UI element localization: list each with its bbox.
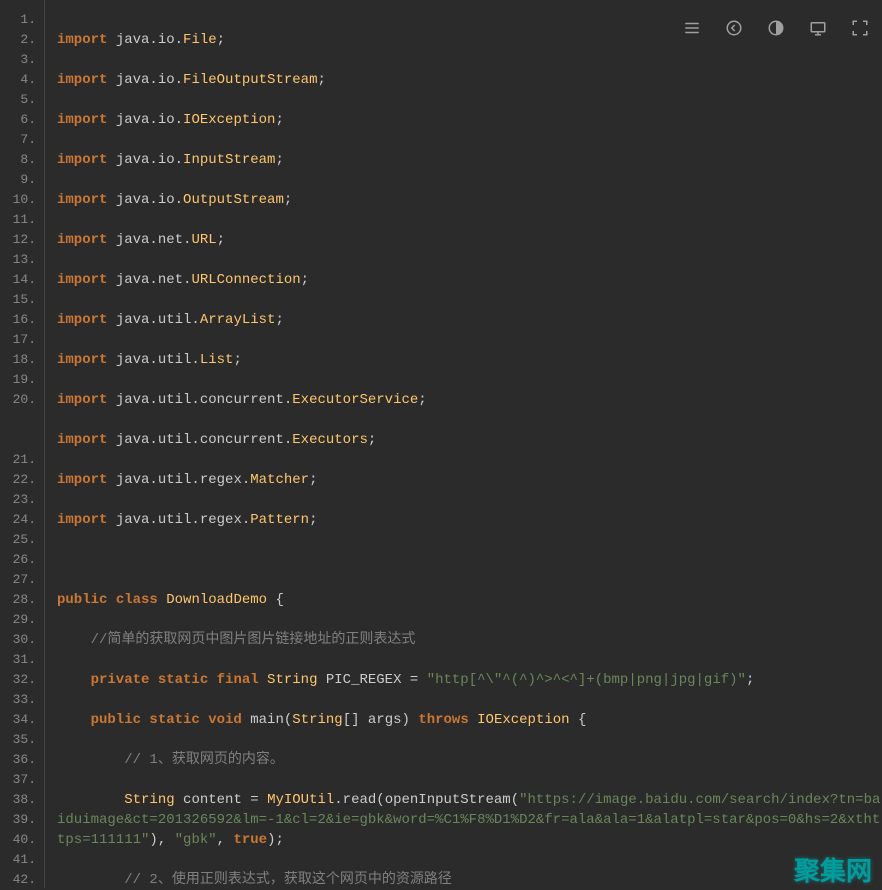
contrast-icon[interactable] [762,14,790,42]
code-line: // 1、获取网页的内容。 [57,750,882,770]
line-number: 16. [0,310,44,330]
line-number: 7. [0,130,44,150]
line-number: 39. [0,810,44,830]
line-number: 30. [0,630,44,650]
line-number: 37. [0,770,44,790]
line-number: 31. [0,650,44,670]
line-number: 13. [0,250,44,270]
line-number: 8. [0,150,44,170]
code-line: import java.net.URL; [57,230,882,250]
watermark: 聚集网 [794,851,872,888]
line-number: 22. [0,470,44,490]
line-number: 1. [0,10,44,30]
code-line: public class DownloadDemo { [57,590,882,610]
code-line: import java.util.ArrayList; [57,310,882,330]
line-number: 35. [0,730,44,750]
line-number: 32. [0,670,44,690]
line-number: 24. [0,510,44,530]
code-line: import java.util.concurrent.ExecutorServ… [57,390,882,410]
line-number: 23. [0,490,44,510]
line-number: 27. [0,570,44,590]
code-line: import java.io.OutputStream; [57,190,882,210]
code-line: private static final String PIC_REGEX = … [57,670,882,690]
code-line: import java.util.regex.Pattern; [57,510,882,530]
code-line: import java.io.IOException; [57,110,882,130]
line-number: 10. [0,190,44,210]
line-number: 36. [0,750,44,770]
line-number: 34. [0,710,44,730]
code-line: import java.io.FileOutputStream; [57,70,882,90]
screen-icon[interactable] [804,14,832,42]
code-line: import java.io.InputStream; [57,150,882,170]
line-number: 40. [0,830,44,850]
line-number: 11. [0,210,44,230]
line-number: 19. [0,370,44,390]
toolbar [678,14,874,42]
back-icon[interactable] [720,14,748,42]
code-line: public static void main(String[] args) t… [57,710,882,730]
code-area[interactable]: import java.io.File; import java.io.File… [45,0,882,888]
line-number: 3. [0,50,44,70]
line-number: 33. [0,690,44,710]
code-line [57,550,882,570]
line-number: 29. [0,610,44,630]
line-number: 25. [0,530,44,550]
fullscreen-icon[interactable] [846,14,874,42]
line-number: 17. [0,330,44,350]
line-gutter: 1. 2. 3. 4. 5. 6. 7. 8. 9. 10. 11. 12. 1… [0,0,45,888]
line-number: 9. [0,170,44,190]
line-number: 38. [0,790,44,810]
line-number: 21. [0,450,44,470]
line-number: 5. [0,90,44,110]
line-number: 12. [0,230,44,250]
line-number: 6. [0,110,44,130]
line-number: 15. [0,290,44,310]
code-line: //简单的获取网页中图片图片链接地址的正则表达式 [57,630,882,650]
code-line: // 2、使用正则表达式，获取这个网页中的资源路径 [57,870,882,888]
line-number: 26. [0,550,44,570]
line-number: 42. [0,870,44,890]
list-icon[interactable] [678,14,706,42]
code-line: import java.util.List; [57,350,882,370]
code-line: import java.util.concurrent.Executors; [57,430,882,450]
line-number: 14. [0,270,44,290]
line-number: 20. [0,390,44,410]
line-number: 28. [0,590,44,610]
line-number: 4. [0,70,44,90]
line-number: 41. [0,850,44,870]
code-line: import java.net.URLConnection; [57,270,882,290]
code-line: String content = MyIOUtil.read(openInput… [57,790,882,850]
line-number: 18. [0,350,44,370]
line-number: 2. [0,30,44,50]
editor-root: 1. 2. 3. 4. 5. 6. 7. 8. 9. 10. 11. 12. 1… [0,0,882,888]
code-line: import java.util.regex.Matcher; [57,470,882,490]
